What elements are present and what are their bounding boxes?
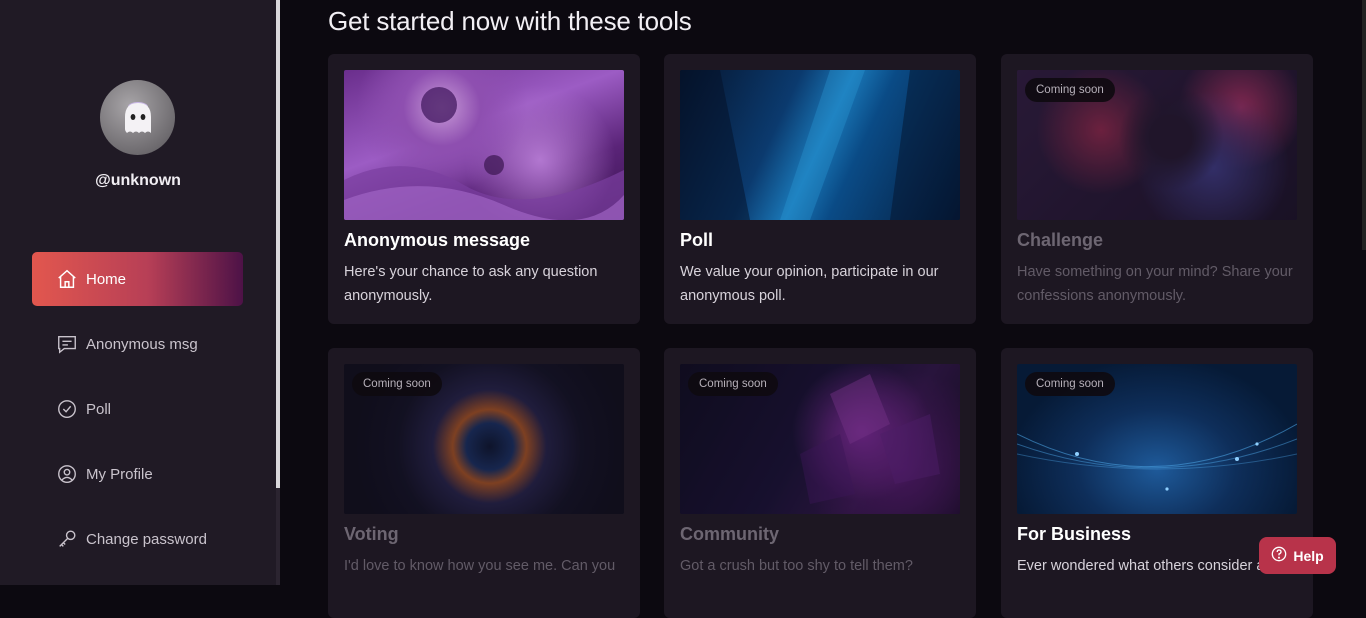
tool-card-anonymous-message[interactable]: Anonymous message Here's your chance to … (328, 54, 640, 324)
avatar[interactable] (100, 80, 175, 155)
key-icon (56, 528, 78, 550)
check-circle-icon (56, 398, 78, 420)
card-title: For Business (1017, 524, 1132, 544)
card-description: Got a crush but too shy to tell them? (680, 558, 913, 574)
tool-card-community[interactable]: Coming soon Community Got a crush but to… (664, 348, 976, 618)
card-title: Anonymous message (344, 230, 531, 250)
sidebar-item-label: Home (86, 270, 127, 288)
card-image: Coming soon (1017, 70, 1297, 220)
sidebar-item-label: Change password (86, 530, 207, 548)
page-scrollbar[interactable] (1362, 0, 1366, 250)
sidebar-item-home[interactable]: Home (32, 252, 243, 306)
page-title: Get started now with these tools (328, 6, 692, 36)
home-icon (56, 268, 78, 290)
question-circle-icon (1271, 546, 1287, 565)
card-title: Voting (344, 524, 399, 544)
help-label: Help (1293, 547, 1324, 564)
card-description: Here's your chance to ask any question a… (344, 264, 598, 304)
sidebar-item-label: Anonymous msg (86, 335, 198, 353)
card-description: We value your opinion, participate in ou… (680, 264, 939, 304)
tool-card-challenge[interactable]: Coming soon Challenge Have something on … (1001, 54, 1313, 324)
card-description: Have something on your mind? Share your … (1017, 264, 1293, 304)
card-image (344, 70, 624, 220)
user-circle-icon (56, 463, 78, 485)
tool-card-poll[interactable]: Poll We value your opinion, participate … (664, 54, 976, 324)
card-image: Coming soon (344, 364, 624, 514)
message-icon (56, 333, 78, 355)
sidebar: @unknown Home Anonymous msg Poll My Prof… (0, 0, 276, 585)
tool-card-for-business[interactable]: Coming soon For Business Ever wondered w… (1001, 348, 1313, 618)
card-image: Coming soon (1017, 364, 1297, 514)
coming-soon-badge: Coming soon (1025, 78, 1115, 102)
tool-card-voting[interactable]: Coming soon Voting I'd love to know how … (328, 348, 640, 618)
card-description: I'd love to know how you see me. Can you (344, 558, 616, 574)
ghost-icon (124, 101, 151, 133)
sidebar-item-anonymous-msg[interactable]: Anonymous msg (32, 317, 243, 371)
sidebar-scrollbar-thumb[interactable] (276, 0, 280, 488)
coming-soon-badge: Coming soon (688, 372, 778, 396)
sidebar-item-poll[interactable]: Poll (32, 382, 243, 436)
card-title: Challenge (1017, 230, 1104, 250)
help-button[interactable]: Help (1259, 537, 1336, 574)
sidebar-item-change-password[interactable]: Change password (32, 512, 243, 566)
sidebar-item-label: My Profile (86, 465, 153, 483)
card-image (680, 70, 960, 220)
coming-soon-badge: Coming soon (1025, 372, 1115, 396)
sidebar-item-label: Poll (86, 400, 112, 418)
sidebar-item-my-profile[interactable]: My Profile (32, 447, 243, 501)
card-title: Community (680, 524, 779, 544)
coming-soon-badge: Coming soon (352, 372, 442, 396)
card-image: Coming soon (680, 364, 960, 514)
username: @unknown (95, 172, 181, 189)
card-title: Poll (680, 230, 714, 250)
